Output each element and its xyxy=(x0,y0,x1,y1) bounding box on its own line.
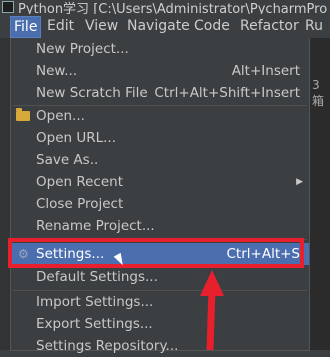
menu-navigate[interactable]: Navigate xyxy=(127,16,190,36)
menu-item-label: Import Settings... xyxy=(36,294,154,310)
menu-item-shortcut: Ctrl+Alt+Shift+Insert xyxy=(154,85,300,101)
menu-item-default-settings[interactable]: Default Settings... xyxy=(11,266,309,288)
menu-item-new-scratch-file[interactable]: New Scratch File Ctrl+Alt+Shift+Insert xyxy=(11,82,309,104)
menu-item-rename-project[interactable]: Rename Project... xyxy=(11,215,309,237)
file-menu-dropdown: New Project... New... Alt+Insert New Scr… xyxy=(10,38,310,354)
menu-item-new-project[interactable]: New Project... xyxy=(11,38,309,60)
menu-item-import-settings[interactable]: Import Settings... xyxy=(11,291,309,313)
menu-item-label: Export Settings... xyxy=(36,316,153,332)
title-bar: Python学习 [C:\Users\Administrator\Pycharm… xyxy=(0,0,330,14)
menu-item-open-url[interactable]: Open URL... xyxy=(11,127,309,149)
menu-item-label: Close Project xyxy=(36,196,124,212)
menu-item-label: Open URL... xyxy=(36,130,117,146)
menu-code[interactable]: Code xyxy=(194,16,230,36)
menu-item-export-settings[interactable]: Export Settings... xyxy=(11,313,309,335)
chevron-right-icon: ▶ xyxy=(296,177,303,187)
menu-item-label: New Project... xyxy=(36,41,129,57)
menu-separator xyxy=(13,239,307,240)
menu-item-label: Settings... xyxy=(36,246,105,262)
menu-file[interactable]: File xyxy=(10,16,42,38)
menu-item-shortcut: Ctrl+Alt+S xyxy=(226,246,301,262)
menu-view[interactable]: View xyxy=(85,16,118,36)
menu-item-label: Rename Project... xyxy=(36,218,155,234)
menu-bar: File Edit View Navigate Code Refactor Ru xyxy=(0,14,330,38)
editor-tab-fragment: 3箱 xyxy=(312,78,325,108)
menu-refactor[interactable]: Refactor xyxy=(240,16,299,36)
window-title: Python学习 [C:\Users\Administrator\Pycharm… xyxy=(18,2,328,14)
menu-edit[interactable]: Edit xyxy=(47,16,74,36)
menu-item-label: Open... xyxy=(36,108,85,124)
folder-icon xyxy=(16,108,30,121)
menu-item-settings-repository[interactable]: Settings Repository... xyxy=(11,335,309,357)
menu-item-label: Settings Repository... xyxy=(36,338,179,354)
app-icon xyxy=(2,1,14,13)
menu-item-save-as[interactable]: Save As.. xyxy=(11,149,309,171)
menu-item-settings[interactable]: ⚙ Settings... Ctrl+Alt+S xyxy=(11,243,309,265)
menu-item-label: New Scratch File xyxy=(36,85,148,101)
menu-item-shortcut: Alt+Insert xyxy=(231,63,300,79)
menu-item-label: New... xyxy=(36,63,78,79)
menu-item-open[interactable]: Open... xyxy=(11,105,309,127)
menu-item-label: Default Settings... xyxy=(36,269,158,285)
gear-icon: ⚙ xyxy=(18,247,29,261)
menu-item-label: Open Recent xyxy=(36,174,124,190)
menu-item-open-recent[interactable]: Open Recent ▶ xyxy=(11,171,309,193)
menu-item-label: Save As.. xyxy=(36,152,99,168)
menu-item-new[interactable]: New... Alt+Insert xyxy=(11,60,309,82)
menu-item-close-project[interactable]: Close Project xyxy=(11,193,309,215)
menu-run[interactable]: Ru xyxy=(305,16,323,36)
